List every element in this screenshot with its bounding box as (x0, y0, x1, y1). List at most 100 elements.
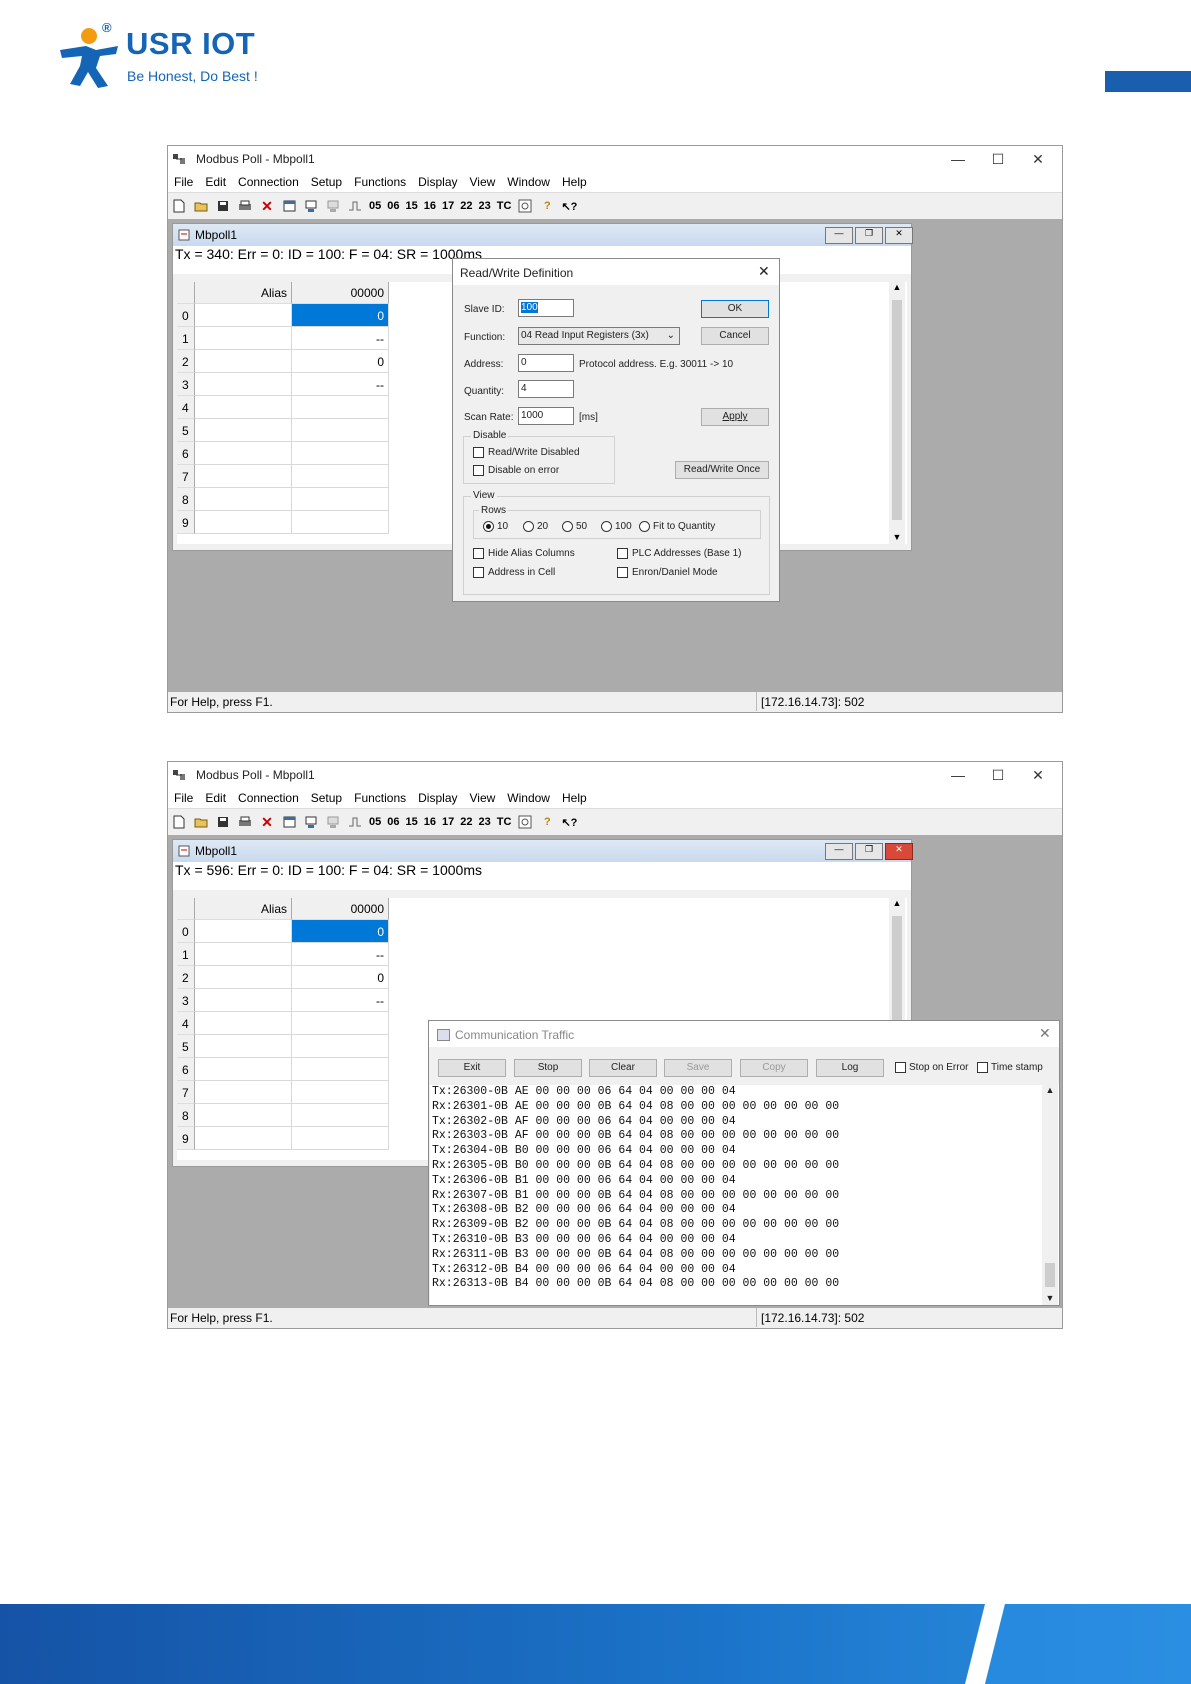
child-close-icon[interactable]: ✕ (885, 843, 913, 860)
value-cell[interactable] (292, 1081, 389, 1104)
menu-connection[interactable]: Connection (238, 791, 299, 805)
delete-icon[interactable]: ✕ (257, 812, 277, 832)
alias-cell[interactable] (195, 1058, 292, 1081)
minimize-icon[interactable]: — (938, 146, 978, 172)
row-header[interactable]: 6 (177, 1058, 195, 1081)
clear-button[interactable]: Clear (589, 1059, 657, 1077)
value-cell[interactable] (292, 1104, 389, 1127)
tb-code-22[interactable]: 22 (460, 816, 472, 828)
menu-view[interactable]: View (470, 175, 496, 189)
save-button[interactable]: Save (664, 1059, 732, 1077)
value-cell[interactable]: 0 (292, 966, 389, 989)
open-folder-icon[interactable] (191, 196, 211, 216)
slave-id-input[interactable]: 100 (518, 299, 574, 317)
address-input[interactable]: 0 (518, 354, 574, 372)
disconnect-icon[interactable] (323, 196, 343, 216)
tb-code-17[interactable]: 17 (442, 200, 454, 212)
tb-code-05[interactable]: 05 (369, 200, 381, 212)
alias-cell[interactable] (195, 1127, 292, 1150)
alias-cell[interactable] (195, 304, 292, 327)
new-file-icon[interactable] (169, 812, 189, 832)
tb-code-05[interactable]: 05 (369, 816, 381, 828)
connect-icon[interactable] (301, 196, 321, 216)
menu-functions[interactable]: Functions (354, 175, 406, 189)
value-column-header[interactable]: 00000 (292, 282, 389, 304)
help-icon[interactable]: ? (537, 196, 557, 216)
child-close-icon[interactable]: ✕ (885, 227, 913, 244)
window-icon[interactable] (279, 812, 299, 832)
row-header[interactable]: 8 (177, 488, 195, 511)
menu-functions[interactable]: Functions (354, 791, 406, 805)
value-cell[interactable] (292, 419, 389, 442)
new-file-icon[interactable] (169, 196, 189, 216)
scrollbar-thumb[interactable] (892, 300, 902, 520)
tb-code-23[interactable]: 23 (479, 200, 491, 212)
row-header[interactable]: 7 (177, 465, 195, 488)
plc-addresses-checkbox[interactable] (617, 548, 628, 559)
row-header[interactable]: 9 (177, 1127, 195, 1150)
pulse-icon[interactable] (345, 196, 365, 216)
tb-code-16[interactable]: 16 (424, 200, 436, 212)
row-header[interactable]: 8 (177, 1104, 195, 1127)
minimize-icon[interactable]: — (938, 762, 978, 788)
alias-cell[interactable] (195, 442, 292, 465)
address-in-cell-checkbox[interactable] (473, 567, 484, 578)
alias-cell[interactable] (195, 419, 292, 442)
cancel-button[interactable]: Cancel (701, 327, 769, 345)
print-icon[interactable] (235, 196, 255, 216)
stop-on-error-checkbox[interactable] (895, 1062, 906, 1073)
child-restore-icon[interactable]: ❐ (855, 843, 883, 860)
value-cell[interactable]: -- (292, 943, 389, 966)
rows-100-radio[interactable] (601, 521, 612, 532)
tb-code-22[interactable]: 22 (460, 200, 472, 212)
row-header[interactable]: 2 (177, 350, 195, 373)
row-header[interactable]: 7 (177, 1081, 195, 1104)
traffic-monitor-icon[interactable] (515, 812, 535, 832)
tb-code-15[interactable]: 15 (406, 200, 418, 212)
log-button[interactable]: Log (816, 1059, 884, 1077)
rows-50-radio[interactable] (562, 521, 573, 532)
rw-disabled-checkbox[interactable] (473, 447, 484, 458)
menu-file[interactable]: File (174, 791, 193, 805)
value-cell[interactable]: -- (292, 989, 389, 1012)
traffic-scrollbar[interactable]: ▲ ▼ (1042, 1085, 1058, 1305)
value-cell[interactable] (292, 1012, 389, 1035)
menu-edit[interactable]: Edit (205, 791, 226, 805)
value-cell[interactable] (292, 1127, 389, 1150)
tb-code-06[interactable]: 06 (387, 816, 399, 828)
rows-20-radio[interactable] (523, 521, 534, 532)
alias-cell[interactable] (195, 350, 292, 373)
traffic-monitor-icon[interactable] (515, 196, 535, 216)
menu-display[interactable]: Display (418, 175, 457, 189)
value-cell[interactable]: 0 (292, 920, 389, 943)
value-cell[interactable] (292, 488, 389, 511)
row-header[interactable]: 3 (177, 373, 195, 396)
menu-file[interactable]: File (174, 175, 193, 189)
value-cell[interactable] (292, 442, 389, 465)
rows-fit-radio[interactable] (639, 521, 650, 532)
enron-daniel-checkbox[interactable] (617, 567, 628, 578)
row-header[interactable]: 5 (177, 1035, 195, 1058)
close-icon[interactable]: ✕ (1018, 146, 1058, 172)
row-header[interactable]: 1 (177, 943, 195, 966)
value-cell[interactable] (292, 1035, 389, 1058)
maximize-icon[interactable]: ☐ (978, 762, 1018, 788)
row-header[interactable]: 0 (177, 304, 195, 327)
stop-button[interactable]: Stop (514, 1059, 582, 1077)
row-header[interactable]: 6 (177, 442, 195, 465)
child-restore-icon[interactable]: ❐ (855, 227, 883, 244)
alias-cell[interactable] (195, 989, 292, 1012)
delete-icon[interactable]: ✕ (257, 196, 277, 216)
alias-cell[interactable] (195, 966, 292, 989)
tb-code-15[interactable]: 15 (406, 816, 418, 828)
value-cell[interactable]: 0 (292, 350, 389, 373)
tb-traffic-tc[interactable]: TC (497, 200, 512, 212)
value-cell[interactable]: -- (292, 373, 389, 396)
alias-cell[interactable] (195, 373, 292, 396)
row-header[interactable]: 1 (177, 327, 195, 350)
row-header[interactable]: 4 (177, 1012, 195, 1035)
alias-column-header[interactable]: Alias (195, 898, 292, 920)
value-cell[interactable]: -- (292, 327, 389, 350)
menu-edit[interactable]: Edit (205, 175, 226, 189)
open-folder-icon[interactable] (191, 812, 211, 832)
